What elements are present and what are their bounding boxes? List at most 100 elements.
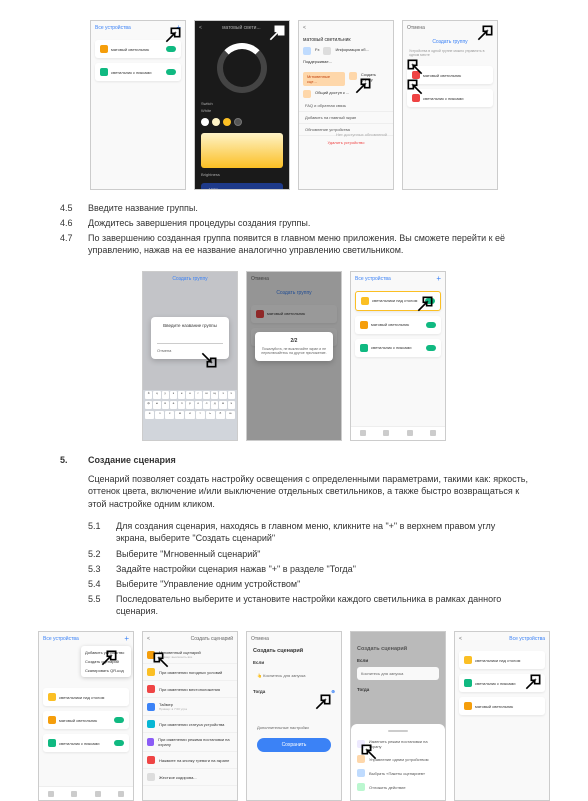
scenario-weather[interactable]: При изменении погодных условий	[143, 664, 237, 681]
keyboard-key[interactable]: б	[216, 411, 225, 419]
device-item[interactable]: светильник с пиксами	[407, 89, 493, 107]
update-line[interactable]: Обновление устройства Нет доступных обно…	[299, 124, 393, 136]
group-label: светильники над столом	[372, 298, 417, 303]
keyboard-key[interactable]: ш	[203, 391, 210, 399]
color-dot[interactable]	[223, 118, 231, 126]
toggle-icon[interactable]	[114, 740, 124, 746]
color-dot[interactable]	[212, 118, 220, 126]
faq-line[interactable]: FAQ и обратная связь	[299, 100, 393, 112]
menu-create-scenario[interactable]: Создать сценарий	[83, 657, 129, 666]
remove-icon[interactable]	[412, 94, 420, 102]
save-button[interactable]: Сохранить	[257, 738, 331, 752]
color-picker[interactable]	[195, 115, 289, 129]
scenario-location[interactable]: При изменении местоположения	[143, 681, 237, 698]
keyboard-key[interactable]: ь	[206, 411, 215, 419]
keyboard-key[interactable]: д	[211, 401, 218, 409]
scenario-alarm-mode[interactable]: При изменении режима постановки на охран…	[143, 733, 237, 752]
keyboard-key[interactable]: с	[165, 411, 174, 419]
extra-settings[interactable]: Дополнительные настройки	[253, 721, 335, 734]
keyboard-key[interactable]: я	[145, 411, 154, 419]
delete-device-button[interactable]: Удалить устройство	[299, 136, 393, 149]
keyboard-key[interactable]: щ	[211, 391, 218, 399]
share-icon[interactable]	[303, 90, 311, 98]
keyboard-key[interactable]: у	[162, 391, 169, 399]
group-item[interactable]: светильники над столом	[355, 291, 441, 311]
keyboard-key[interactable]: г	[195, 391, 202, 399]
remove-icon[interactable]	[412, 71, 420, 79]
keyboard-key[interactable]: н	[186, 391, 193, 399]
toggle-icon[interactable]	[114, 717, 124, 723]
then-alarm-mode[interactable]: Изменить режим постановки на охрану	[355, 736, 441, 752]
menu-add-device[interactable]: Добавить устройство	[83, 648, 129, 657]
support-label[interactable]: Поддерживае...	[303, 59, 332, 64]
toggle-icon[interactable]	[425, 298, 435, 304]
keyboard[interactable]: йцукенгшщзх фывапролджэ ячсмитьбю	[143, 390, 237, 440]
share-label[interactable]: Общий доступ к ...	[315, 90, 349, 98]
keyboard-key[interactable]: э	[228, 401, 235, 409]
group-icon[interactable]	[349, 72, 357, 80]
color-dot[interactable]	[201, 118, 209, 126]
keyboard-key[interactable]: х	[228, 391, 235, 399]
keyboard-key[interactable]: ф	[145, 401, 152, 409]
color-add[interactable]	[234, 118, 242, 126]
brightness-slider[interactable]: ● 100%	[201, 183, 283, 190]
device-item[interactable]: светильник с пиксами	[95, 63, 181, 81]
info-icon[interactable]	[323, 47, 331, 55]
device-item[interactable]: светильник с пиксами	[459, 674, 545, 692]
keyboard-key[interactable]: ы	[153, 401, 160, 409]
scenario-status[interactable]: При изменении статуса устройства	[143, 716, 237, 733]
brightness-dial[interactable]	[217, 43, 267, 93]
keyboard-key[interactable]: й	[145, 391, 152, 399]
scenario-timer[interactable]: ТаймерПример: в 7:00 утра	[143, 698, 237, 716]
device-item[interactable]: матовый светильник	[459, 697, 545, 715]
keyboard-key[interactable]: о	[195, 401, 202, 409]
then-single-device[interactable]: Управление одним устройством	[355, 752, 441, 766]
keyboard-key[interactable]: в	[162, 401, 169, 409]
instant-scene-tab[interactable]: Мгновенные сце...	[303, 72, 345, 86]
bottom-nav[interactable]	[39, 786, 133, 800]
then-delay[interactable]: Отложить действие	[355, 780, 441, 794]
device-item[interactable]: матовый светильник	[95, 40, 181, 58]
create-group-label[interactable]: Создать группу	[361, 72, 389, 86]
keyboard-key[interactable]: л	[203, 401, 210, 409]
plus-icon[interactable]: +	[124, 634, 129, 643]
fx-icon[interactable]	[303, 47, 311, 55]
keyboard-key[interactable]: к	[170, 391, 177, 399]
cancel-button[interactable]: Отмена	[407, 25, 425, 31]
color-gradient[interactable]	[201, 133, 283, 168]
toggle-icon[interactable]	[166, 46, 176, 52]
create-group-title: Создать группу	[143, 272, 237, 286]
toggle-icon[interactable]	[426, 345, 436, 351]
then-scenario-pack[interactable]: Выбрать «Пакеты сценариев»	[355, 766, 441, 780]
toggle-icon[interactable]	[426, 322, 436, 328]
keyboard-key[interactable]: ж	[219, 401, 226, 409]
scenario-panic[interactable]: Нажмите на кнопку тревоги на экране	[143, 752, 237, 769]
if-condition[interactable]: 👆 Коснитесь для запуска	[253, 669, 335, 682]
keyboard-key[interactable]: т	[196, 411, 205, 419]
group-item[interactable]: светильники над столом	[459, 651, 545, 669]
device-item[interactable]: матовый светильник	[407, 66, 493, 84]
keyboard-key[interactable]: р	[186, 401, 193, 409]
keyboard-key[interactable]: ю	[226, 411, 235, 419]
toggle-icon[interactable]	[166, 69, 176, 75]
keyboard-key[interactable]: е	[178, 391, 185, 399]
plus-icon[interactable]: +	[436, 274, 441, 283]
keyboard-key[interactable]: а	[170, 401, 177, 409]
keyboard-key[interactable]: п	[178, 401, 185, 409]
dialog-cancel[interactable]: Отмена	[157, 348, 223, 353]
bottom-nav[interactable]	[351, 426, 445, 440]
scenario-instant[interactable]: Мгновенный сценарийПример: выключить все	[143, 646, 237, 664]
keyboard-key[interactable]: ц	[153, 391, 160, 399]
add-home-line[interactable]: Добавить на главный экран	[299, 112, 393, 124]
keyboard-key[interactable]: з	[219, 391, 226, 399]
cancel-button[interactable]: Отмена	[251, 636, 269, 642]
then-action-empty[interactable]	[253, 698, 335, 718]
name-input[interactable]	[157, 334, 223, 344]
keyboard-key[interactable]: ч	[155, 411, 164, 419]
keyboard-key[interactable]: м	[175, 411, 184, 419]
plus-icon[interactable]: +	[176, 23, 181, 32]
scenario-hardcode[interactable]: Жесткое кодирова...	[143, 769, 237, 786]
keyboard-key[interactable]: и	[185, 411, 194, 419]
menu-scan-qr[interactable]: Сканировать QR-код	[83, 666, 129, 675]
phone-shot-scenario-form: Отмена Создать сценарий Если 👆 Коснитесь…	[246, 631, 342, 801]
